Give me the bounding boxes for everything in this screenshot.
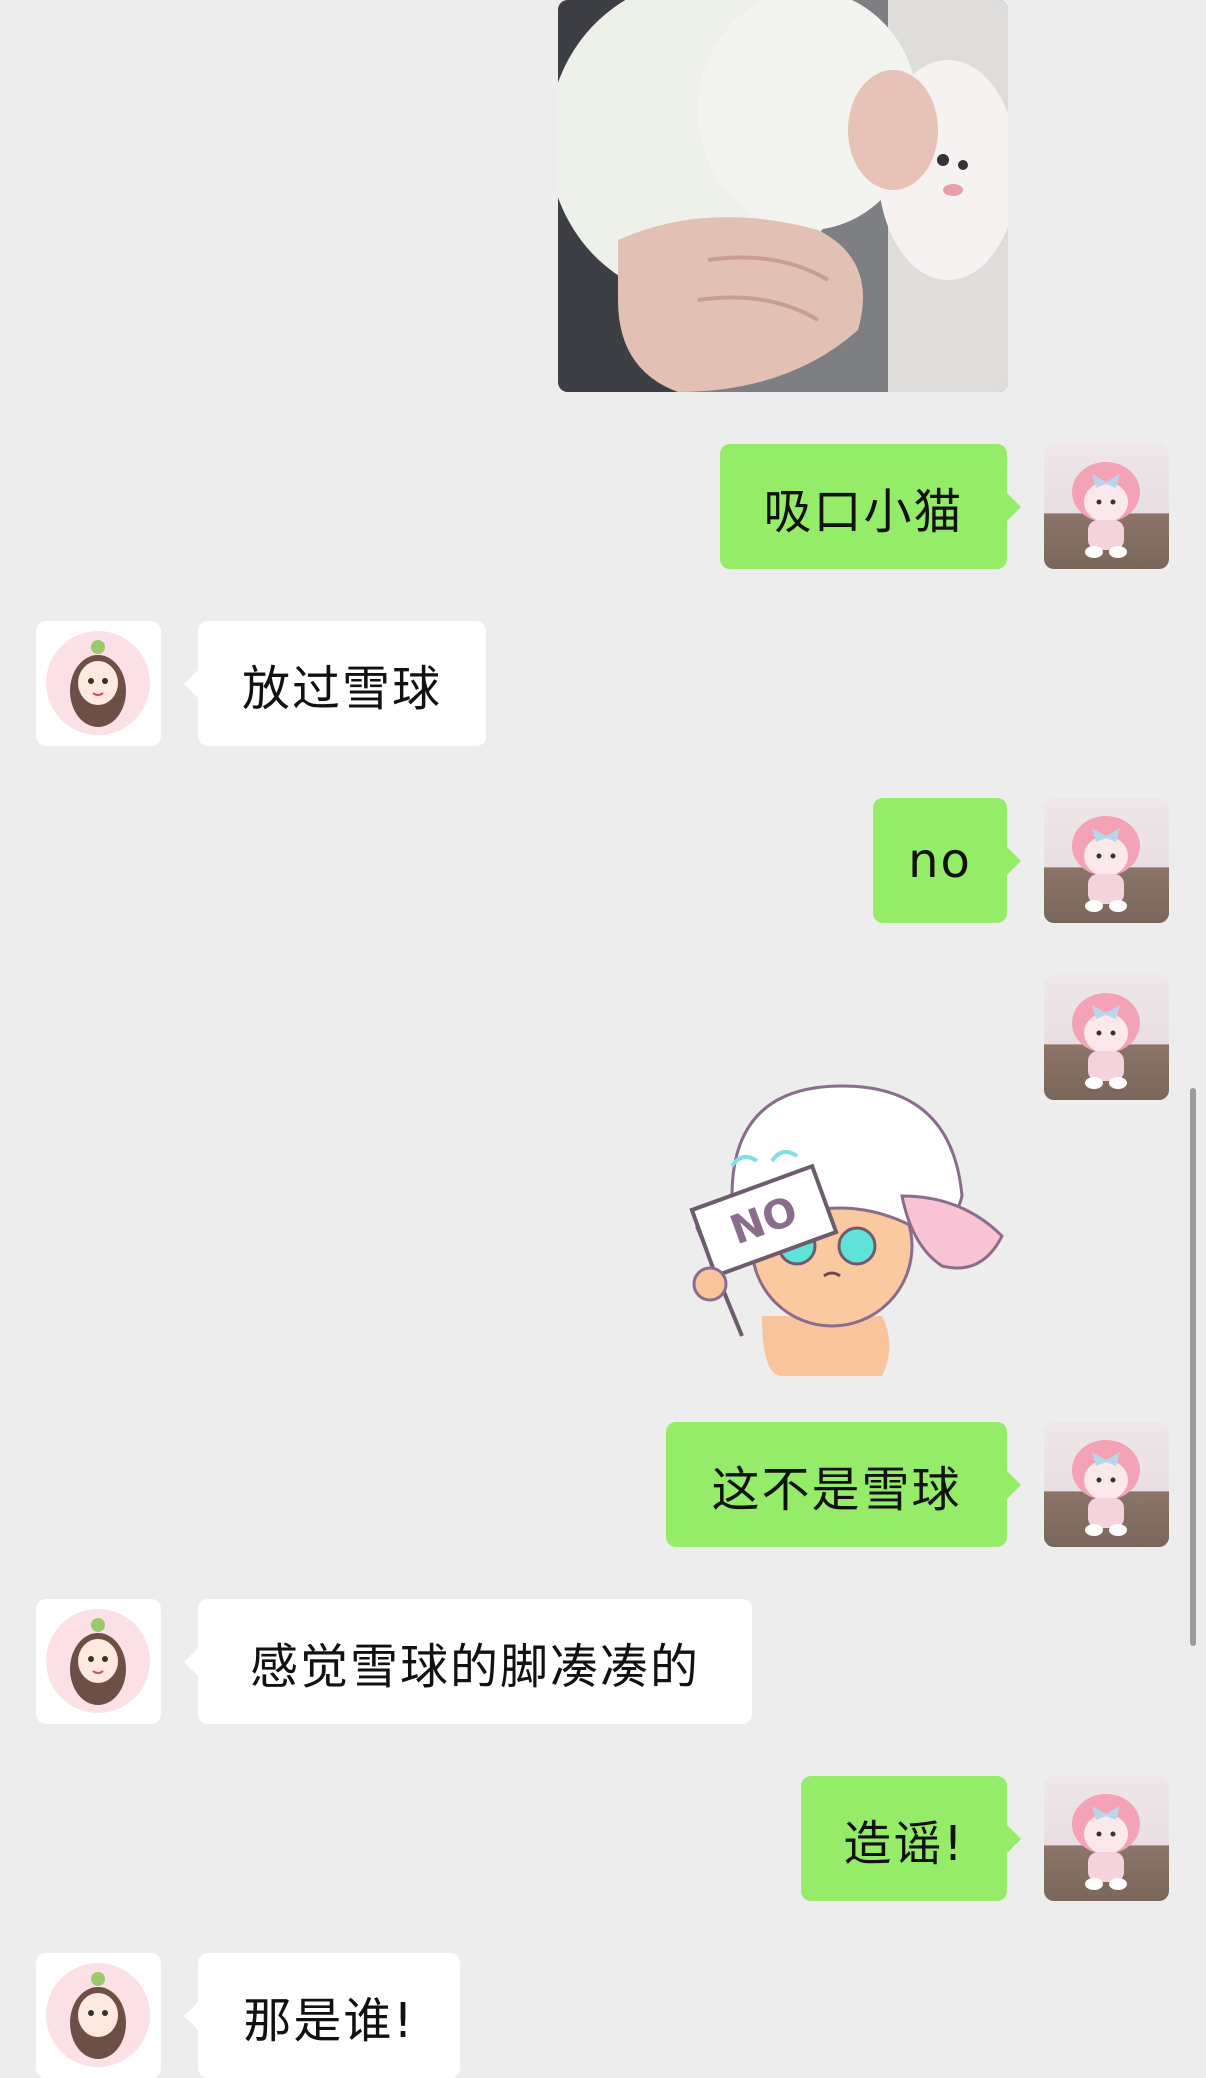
my-avatar[interactable] [1044,444,1169,569]
message-text: 感觉雪球的脚凑凑的 [249,1638,700,1695]
my-avatar[interactable] [1044,1776,1169,1901]
photo-message[interactable] [558,0,1008,392]
my-melody-avatar-icon [1072,462,1140,558]
message-text: 这不是雪球 [711,1461,962,1518]
message-bubble-mine[interactable]: 这不是雪球 [666,1422,1021,1547]
girl-avatar-icon [46,631,150,735]
sticker-message[interactable]: NO [612,1046,1012,1376]
no-sign-sticker-icon: NO [689,1084,1004,1376]
girl-avatar-icon [46,1609,150,1713]
contact-avatar[interactable] [36,621,161,746]
my-melody-avatar-icon [1072,1440,1140,1536]
my-avatar[interactable] [1044,1422,1169,1547]
message-bubble-contact[interactable]: 感觉雪球的脚凑凑的 [184,1599,752,1724]
contact-avatar[interactable] [36,1599,161,1724]
message-bubble-mine[interactable]: 造谣! [801,1776,1021,1901]
message-text: 放过雪球 [241,660,442,717]
girl-avatar-icon [46,1963,150,2067]
message-text: no [908,832,972,889]
scrollbar[interactable] [1190,1088,1196,1646]
my-melody-avatar-icon [1072,816,1140,912]
my-avatar[interactable] [1044,975,1169,1100]
message-text: 吸口小猫 [763,483,964,540]
my-melody-avatar-icon [1072,1794,1140,1890]
contact-avatar[interactable] [36,1953,161,2078]
my-avatar[interactable] [1044,798,1169,923]
my-melody-avatar-icon [1072,993,1140,1089]
message-bubble-contact[interactable]: 那是谁! [184,1953,460,2078]
message-text: 造谣! [843,1815,965,1872]
message-text: 那是谁! [243,1992,415,2049]
message-bubble-mine[interactable]: 吸口小猫 [720,444,1021,569]
message-bubble-contact[interactable]: 放过雪球 [184,621,486,746]
cat-photo-image [558,0,1008,392]
message-bubble-mine[interactable]: no [873,798,1021,923]
